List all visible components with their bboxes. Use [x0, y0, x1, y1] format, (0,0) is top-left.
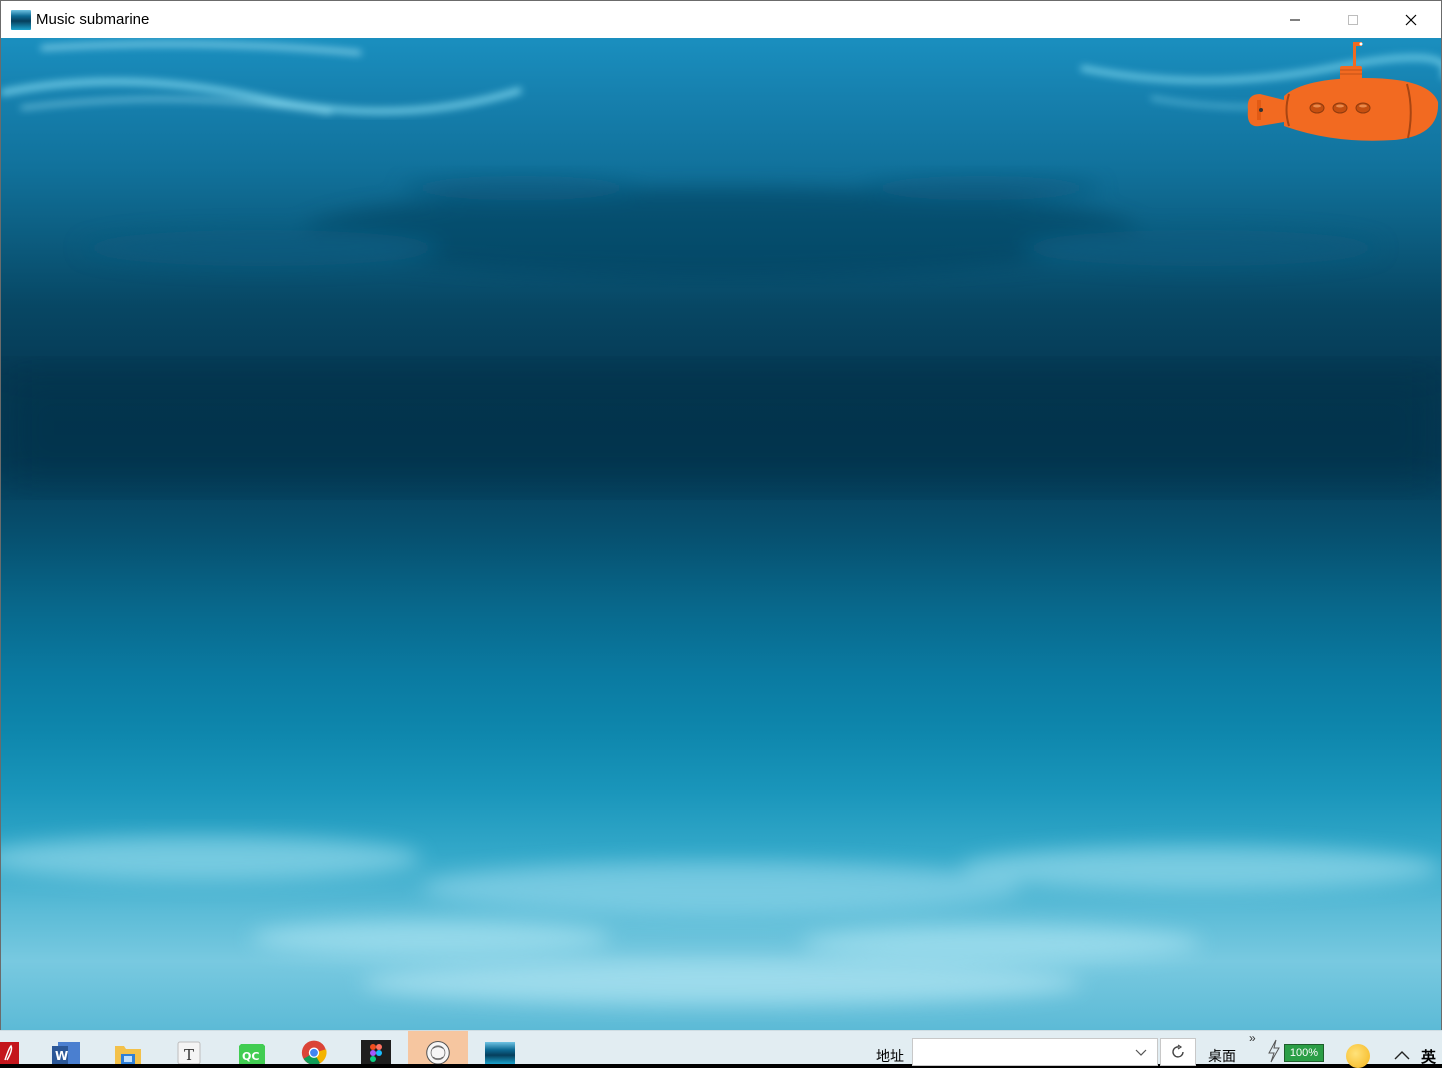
- taskbar-app-typora[interactable]: T: [161, 1031, 217, 1064]
- battery-indicator[interactable]: 100%: [1284, 1044, 1324, 1062]
- qt-creator-icon: QC: [239, 1044, 265, 1064]
- word-icon: W: [52, 1042, 80, 1064]
- music-submarine-taskbar-icon: [485, 1042, 515, 1064]
- title-bar[interactable]: Music submarine: [1, 1, 1441, 38]
- svg-text:T: T: [184, 1046, 194, 1064]
- taskbar-app-active[interactable]: [408, 1031, 468, 1064]
- refresh-button[interactable]: [1160, 1038, 1196, 1066]
- taskbar-app-file-explorer[interactable]: [100, 1031, 156, 1064]
- minimize-icon: [1290, 19, 1300, 20]
- file-explorer-icon: [115, 1046, 141, 1064]
- weather-icon[interactable]: [1346, 1044, 1370, 1068]
- desktop-toolbar-label[interactable]: 桌面: [1208, 1046, 1236, 1066]
- water-ripples: [1, 42, 1441, 1005]
- close-icon: [1405, 14, 1417, 25]
- taskbar-app-acrobat[interactable]: [0, 1031, 40, 1064]
- taskbar-app-chrome[interactable]: [286, 1031, 342, 1064]
- window-title: Music submarine: [36, 11, 150, 28]
- maximize-button[interactable]: [1324, 1, 1382, 38]
- figma-icon: [361, 1040, 391, 1064]
- underwater-scene[interactable]: [1, 38, 1442, 1030]
- chrome-icon: [301, 1040, 327, 1064]
- taskbar-app-figma[interactable]: [348, 1031, 404, 1064]
- chevron-down-icon[interactable]: [1135, 1049, 1147, 1057]
- more-chevron-icon[interactable]: »: [1249, 1031, 1256, 1045]
- app-icon: [11, 10, 31, 30]
- charging-icon: [1268, 1039, 1280, 1063]
- refresh-icon: [1172, 1044, 1184, 1058]
- minimize-button[interactable]: [1266, 1, 1324, 38]
- show-hidden-icons-icon[interactable]: [1394, 1050, 1410, 1060]
- svg-text:QC: QC: [242, 1050, 259, 1063]
- taskbar-app-word[interactable]: W: [37, 1031, 93, 1064]
- submarine-icon[interactable]: [1244, 40, 1442, 144]
- typora-icon: T: [177, 1041, 201, 1064]
- taskbar: W T QC 地址 桌面 » 100% 英: [0, 1030, 1442, 1068]
- input-method-indicator[interactable]: 英: [1421, 1046, 1436, 1067]
- taskbar-app-qt-creator[interactable]: QC: [224, 1031, 280, 1064]
- acrobat-icon: [0, 1042, 19, 1064]
- address-label: 地址: [876, 1048, 904, 1064]
- taskbar-app-music-submarine[interactable]: [472, 1031, 528, 1064]
- close-button[interactable]: [1382, 1, 1440, 38]
- address-field[interactable]: [912, 1038, 1158, 1066]
- svg-text:W: W: [55, 1049, 68, 1063]
- maximize-icon: [1348, 14, 1358, 25]
- app-icon-active: [426, 1040, 450, 1064]
- music-submarine-window: Music submarine: [0, 0, 1442, 1030]
